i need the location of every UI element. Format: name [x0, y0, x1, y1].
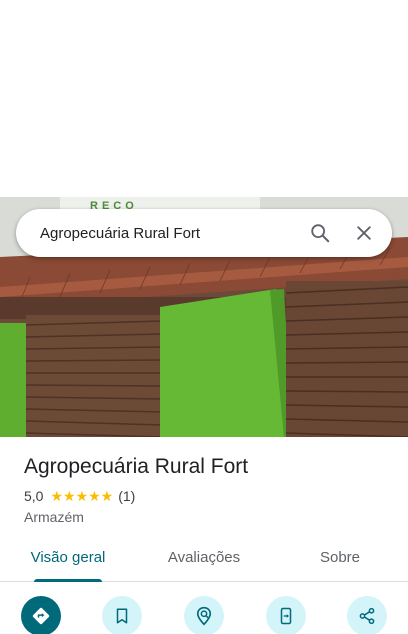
directions-button[interactable]	[20, 596, 61, 634]
place-info: Agropecuária Rural Fort 5,0 ★★★★★ (1) Ar…	[24, 452, 394, 527]
close-button[interactable]	[342, 211, 386, 255]
share-button[interactable]	[347, 596, 388, 634]
close-icon	[357, 226, 371, 240]
tab-overview[interactable]: Visão geral	[0, 537, 136, 582]
nearby-button[interactable]	[183, 596, 224, 634]
directions-icon	[32, 607, 49, 625]
tab-about[interactable]: Sobre	[272, 537, 408, 581]
share-icon	[359, 607, 375, 625]
rating-stars: ★★★★★	[50, 488, 114, 504]
search-icon	[311, 224, 330, 243]
rating-value: 5,0	[24, 488, 44, 504]
search-bar[interactable]: Agropecuária Rural Fort	[16, 209, 392, 257]
rating-row[interactable]: 5,0 ★★★★★ (1)	[24, 486, 394, 506]
search-input[interactable]: Agropecuária Rural Fort	[40, 225, 298, 242]
place-tabs: Visão geral Avaliações Sobre	[0, 537, 408, 582]
action-bar	[0, 596, 408, 634]
tab-reviews[interactable]: Avaliações	[136, 537, 272, 581]
save-button[interactable]	[102, 596, 143, 634]
send-to-phone-button[interactable]	[265, 596, 306, 634]
review-count[interactable]: (1)	[118, 486, 135, 506]
place-title: Agropecuária Rural Fort	[24, 455, 249, 478]
search-button[interactable]	[298, 211, 342, 255]
send-to-phone-icon	[280, 607, 291, 625]
map-area-blank	[0, 0, 408, 197]
nearby-icon	[196, 606, 212, 626]
bookmark-icon	[117, 608, 128, 624]
place-category[interactable]: Armazém	[24, 507, 394, 527]
